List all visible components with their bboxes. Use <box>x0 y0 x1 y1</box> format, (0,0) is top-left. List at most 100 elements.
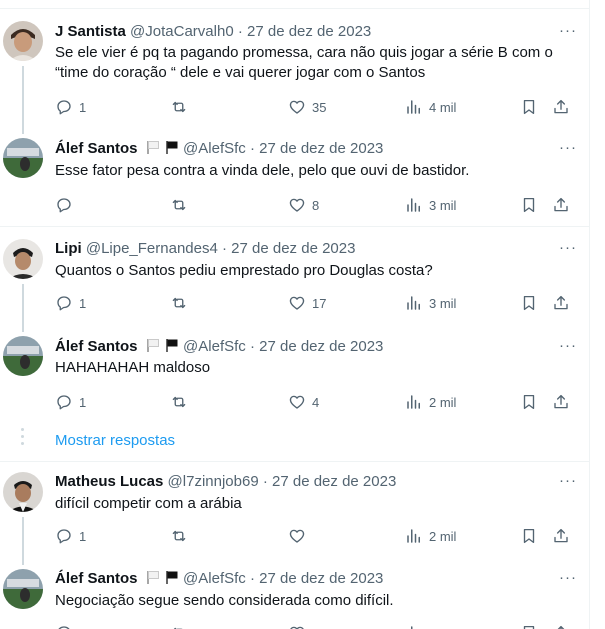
more-options-icon[interactable]: ··· <box>558 473 578 495</box>
share-button[interactable] <box>552 293 570 313</box>
tweet[interactable]: J Santista @JotaCarvalh0 · 27 de dez de … <box>0 9 589 137</box>
avatar[interactable] <box>3 569 43 609</box>
reply-icon <box>57 529 71 544</box>
black-flag-icon <box>166 141 178 154</box>
heart-icon <box>289 198 305 212</box>
views-button[interactable]: 2 mil <box>405 392 456 412</box>
avatar[interactable] <box>3 472 43 512</box>
retweet-button[interactable] <box>170 623 188 629</box>
heart-icon <box>289 100 305 114</box>
views-count: 2 mil <box>429 528 457 544</box>
reply-icon <box>57 198 71 213</box>
tweet-date[interactable]: 27 de dez de 2023 <box>259 140 383 157</box>
user-handle[interactable]: @AlefSfc <box>183 338 246 355</box>
reply-button[interactable]: 1 <box>55 97 86 117</box>
user-handle[interactable]: @Lipe_Fernandes4 <box>86 240 218 257</box>
avatar[interactable] <box>3 239 43 279</box>
bookmark-button[interactable] <box>520 392 538 412</box>
display-name[interactable]: Álef Santos <box>55 140 138 157</box>
tweet-date[interactable]: 27 de dez de 2023 <box>247 23 371 40</box>
views-icon <box>407 100 420 114</box>
user-handle[interactable]: @AlefSfc <box>183 140 246 157</box>
avatar[interactable] <box>3 138 43 178</box>
avatar[interactable] <box>3 21 43 61</box>
views-icon <box>407 198 420 212</box>
reply-button[interactable]: 1 <box>55 392 86 412</box>
user-handle[interactable]: @l7zinnjob69 <box>168 473 259 490</box>
display-name[interactable]: Lipi <box>55 240 82 257</box>
tweet-actions: 1 35 4 mil <box>55 97 585 117</box>
user-handle[interactable]: @JotaCarvalh0 <box>130 23 234 40</box>
reply-button[interactable]: 1 <box>55 526 86 546</box>
retweet-button[interactable] <box>170 97 194 117</box>
separator-dot: · <box>249 338 255 355</box>
views-button[interactable]: 3 mil <box>405 293 456 313</box>
retweet-button[interactable] <box>170 392 194 412</box>
white-flag-icon <box>146 339 159 352</box>
tweet[interactable]: Álef Santos @AlefSfc · 27 de dez de 2023… <box>0 134 589 226</box>
tweet[interactable]: Lipi @Lipe_Fernandes4 · 27 de dez de 202… <box>0 227 589 331</box>
share-button[interactable] <box>552 526 570 546</box>
bookmark-button[interactable] <box>520 623 538 629</box>
bookmark-button[interactable] <box>520 97 538 117</box>
reply-button[interactable]: 1 <box>55 293 86 313</box>
display-name[interactable]: Álef Santos <box>55 570 138 587</box>
tweet[interactable]: Álef Santos @AlefSfc · 27 de dez de 2023… <box>0 332 589 424</box>
heart-icon <box>290 626 304 629</box>
tweet-text: HAHAHAHAH maldoso <box>55 359 211 376</box>
tweet-header: Álef Santos @AlefSfc · 27 de dez de 2023 <box>55 337 383 357</box>
views-button[interactable]: 4 mil <box>405 97 456 117</box>
display-name[interactable]: Matheus Lucas <box>55 473 163 490</box>
retweet-button[interactable] <box>170 195 194 215</box>
bookmark-button[interactable] <box>520 195 538 215</box>
bookmark-icon <box>523 197 535 213</box>
tweet[interactable]: Álef Santos @AlefSfc · 27 de dez de 2023… <box>0 565 589 629</box>
bookmark-icon <box>523 528 535 544</box>
like-button[interactable]: 35 <box>288 97 326 117</box>
retweet-icon <box>172 396 186 408</box>
tweet-date[interactable]: 27 de dez de 2023 <box>259 338 383 355</box>
retweet-button[interactable] <box>170 526 194 546</box>
display-name[interactable]: Álef Santos <box>55 338 138 355</box>
share-button[interactable] <box>552 97 570 117</box>
like-count: 35 <box>312 99 327 115</box>
display-name[interactable]: J Santista <box>55 23 126 40</box>
separator-dot: · <box>237 23 243 40</box>
tweet-date[interactable]: 27 de dez de 2023 <box>259 570 383 587</box>
views-icon <box>411 626 413 629</box>
reply-icon <box>58 626 70 629</box>
user-handle[interactable]: @AlefSfc <box>183 570 246 587</box>
share-icon <box>554 197 568 212</box>
more-options-icon[interactable]: ··· <box>558 23 578 45</box>
reply-button[interactable] <box>55 195 79 215</box>
views-icon <box>407 296 420 310</box>
like-button[interactable]: 4 <box>288 392 319 412</box>
tweet-date[interactable]: 27 de dez de 2023 <box>272 473 396 490</box>
like-button[interactable] <box>288 526 312 546</box>
bookmark-button[interactable] <box>520 293 538 313</box>
separator-dot: · <box>262 473 268 490</box>
like-button[interactable] <box>288 623 306 629</box>
tweet-header: Álef Santos @AlefSfc · 27 de dez de 2023 <box>55 139 383 159</box>
more-options-icon[interactable]: ··· <box>558 570 578 592</box>
avatar[interactable] <box>3 336 43 376</box>
views-button[interactable]: 2 mil <box>405 526 456 546</box>
like-button[interactable]: 8 <box>288 195 319 215</box>
tweet[interactable]: Matheus Lucas @l7zinnjob69 · 27 de dez d… <box>0 462 589 566</box>
share-button[interactable] <box>552 392 570 412</box>
show-replies-link[interactable]: Mostrar respostas <box>55 431 175 451</box>
retweet-icon <box>173 627 183 629</box>
more-options-icon[interactable]: ··· <box>558 140 578 162</box>
like-button[interactable]: 17 <box>288 293 326 313</box>
views-button[interactable] <box>405 623 423 629</box>
tweet-date[interactable]: 27 de dez de 2023 <box>231 240 355 257</box>
bookmark-button[interactable] <box>520 526 538 546</box>
more-options-icon[interactable]: ··· <box>558 240 578 262</box>
share-button[interactable] <box>552 623 570 629</box>
heart-icon <box>289 529 305 543</box>
more-options-icon[interactable]: ··· <box>558 338 578 360</box>
share-button[interactable] <box>552 195 570 215</box>
reply-button[interactable] <box>55 623 73 629</box>
retweet-button[interactable] <box>170 293 194 313</box>
views-button[interactable]: 3 mil <box>405 195 456 215</box>
